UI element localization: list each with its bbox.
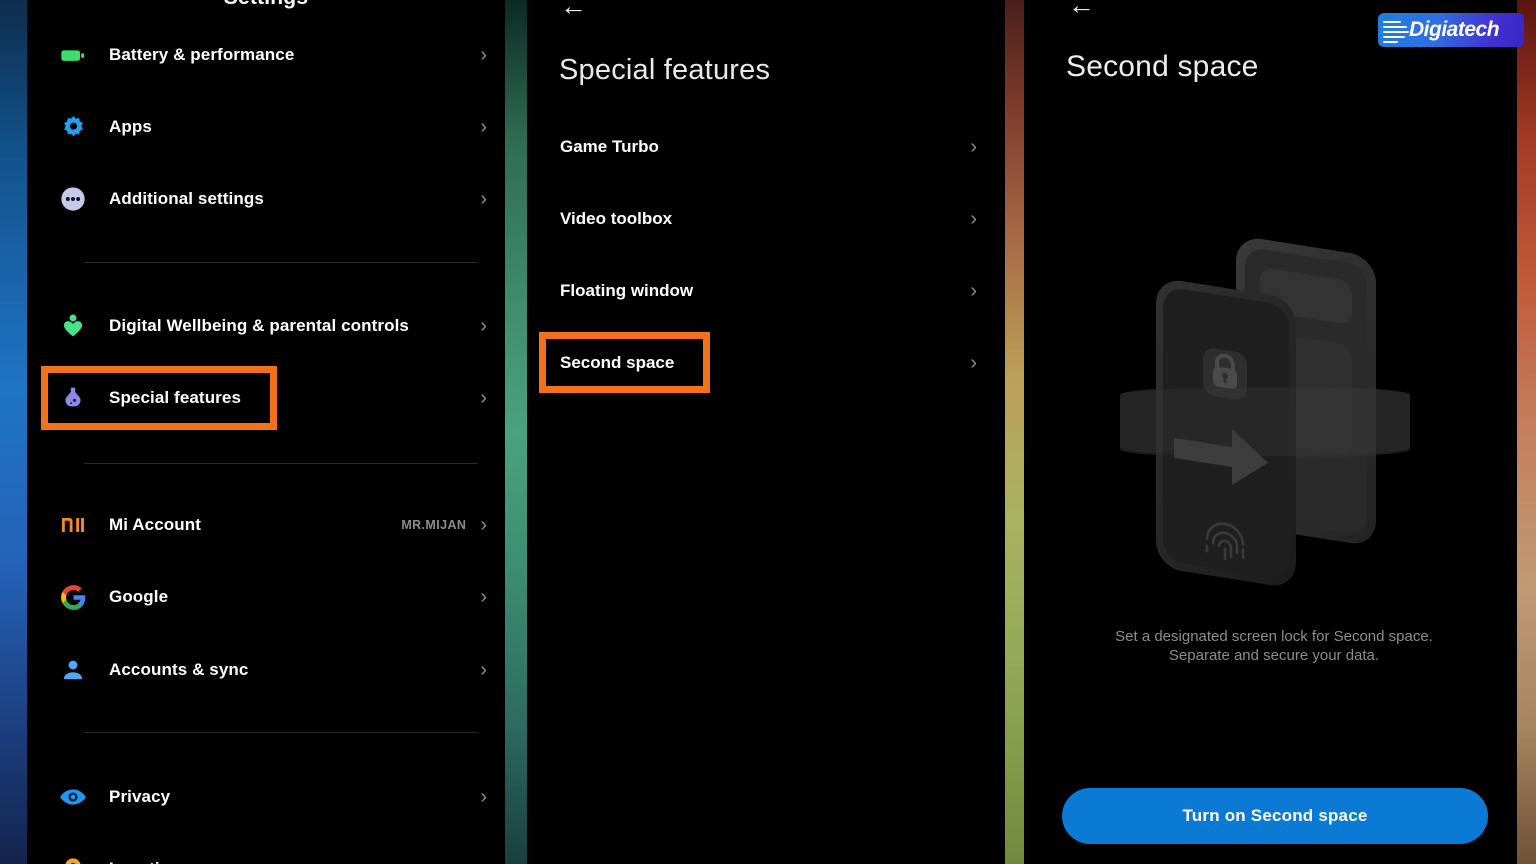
back-button[interactable]: ←: [1068, 0, 1095, 19]
list-item-label: Second space: [560, 353, 675, 372]
sidebar-item-location[interactable]: Location ›: [27, 843, 505, 864]
sidebar-item-label: Digital Wellbeing & parental controls: [109, 316, 409, 335]
chevron-right-icon: ›: [480, 514, 487, 536]
list-item-label: Video toolbox: [560, 209, 673, 228]
wellbeing-icon: [56, 309, 90, 343]
battery-icon: [56, 38, 90, 72]
sidebar-item-battery-performance[interactable]: Battery & performance ›: [27, 29, 505, 81]
mi-logo-icon: [56, 508, 90, 542]
list-item-second-space[interactable]: Second space ›: [527, 339, 1005, 387]
chevron-right-icon: ›: [970, 136, 977, 158]
two-phones-lock-arrow-fingerprint-illustration: [1110, 215, 1440, 615]
gear-icon: [56, 110, 90, 144]
sidebar-item-google[interactable]: Google ›: [27, 571, 505, 623]
screenshot-composite: Settings Battery & performance › Apps ›: [0, 0, 1536, 864]
chevron-right-icon: ›: [480, 188, 487, 210]
chevron-right-icon: ›: [970, 208, 977, 230]
sidebar-item-label: Apps: [109, 117, 152, 136]
sidebar-item-label: Special features: [109, 388, 241, 407]
sidebar-item-accounts-sync[interactable]: Accounts & sync ›: [27, 644, 505, 696]
sidebar-item-additional-settings[interactable]: Additional settings ›: [27, 173, 505, 225]
chevron-right-icon: ›: [480, 859, 487, 864]
back-button[interactable]: ←: [560, 0, 587, 20]
chevron-right-icon: ›: [480, 387, 487, 409]
chevron-right-icon: ›: [480, 786, 487, 808]
panel-seam-gradient-1: [505, 0, 527, 864]
turn-on-second-space-button[interactable]: Turn on Second space: [1062, 788, 1488, 844]
sidebar-item-special-features[interactable]: Special features ›: [27, 372, 505, 424]
sidebar-item-label: Privacy: [109, 787, 171, 806]
sidebar-item-privacy[interactable]: Privacy ›: [27, 771, 505, 823]
sidebar-item-digital-wellbeing[interactable]: Digital Wellbeing & parental controls ›: [27, 300, 505, 352]
page-title-second-space: Second space: [1066, 50, 1259, 83]
location-pin-icon: [56, 852, 90, 864]
panel-seam-gradient-2: [1005, 0, 1024, 864]
special-features-panel: ← Special features Game Turbo › Video to…: [527, 0, 1005, 864]
eye-icon: [56, 780, 90, 814]
left-edge-gradient-strip: [0, 0, 27, 864]
list-item-label: Game Turbo: [560, 137, 659, 156]
sidebar-item-apps[interactable]: Apps ›: [27, 101, 505, 153]
description-line-1: Set a designated screen lock for Second …: [1115, 628, 1433, 645]
list-item-label: Floating window: [560, 281, 694, 300]
sidebar-item-label: Mi Account: [109, 515, 201, 534]
chevron-right-icon: ›: [480, 116, 487, 138]
sidebar-item-label: Location: [109, 859, 181, 864]
sidebar-item-label: Accounts & sync: [109, 660, 249, 679]
sidebar-item-label: Additional settings: [109, 189, 264, 208]
mi-account-value: MR.MIJAN: [401, 518, 467, 532]
chevron-right-icon: ›: [480, 44, 487, 66]
chevron-right-icon: ›: [480, 315, 487, 337]
section-divider: [84, 463, 478, 464]
list-item-video-toolbox[interactable]: Video toolbox ›: [527, 195, 1005, 243]
chevron-right-icon: ›: [970, 280, 977, 302]
list-item-game-turbo[interactable]: Game Turbo ›: [527, 123, 1005, 171]
page-title-special-features: Special features: [559, 54, 771, 86]
right-edge-gradient-strip: [1517, 0, 1536, 864]
page-title-settings: Settings: [27, 0, 505, 10]
sidebar-item-mi-account[interactable]: Mi Account MR.MIJAN ›: [27, 499, 505, 551]
watermark-text: Digiatech: [1409, 18, 1500, 41]
flask-icon: [56, 381, 90, 415]
settings-panel: Settings Battery & performance › Apps ›: [27, 0, 505, 864]
google-icon: [56, 580, 90, 614]
description-line-2: Separate and secure your data.: [1168, 646, 1380, 664]
digiatech-watermark-logo: Digiatech: [1378, 13, 1524, 47]
circuit-lines-icon: [1383, 17, 1413, 43]
chevron-right-icon: ›: [970, 352, 977, 374]
person-icon: [56, 653, 90, 687]
chevron-right-icon: ›: [480, 659, 487, 681]
chevron-right-icon: ›: [480, 586, 487, 608]
section-divider: [84, 732, 478, 733]
more-horizontal-icon: [56, 182, 90, 216]
sidebar-item-label: Google: [109, 587, 169, 606]
section-divider: [84, 262, 478, 263]
second-space-description: Set a designated screen lock for Second …: [1044, 628, 1504, 666]
sidebar-item-label: Battery & performance: [109, 45, 295, 64]
list-item-floating-window[interactable]: Floating window ›: [527, 267, 1005, 315]
